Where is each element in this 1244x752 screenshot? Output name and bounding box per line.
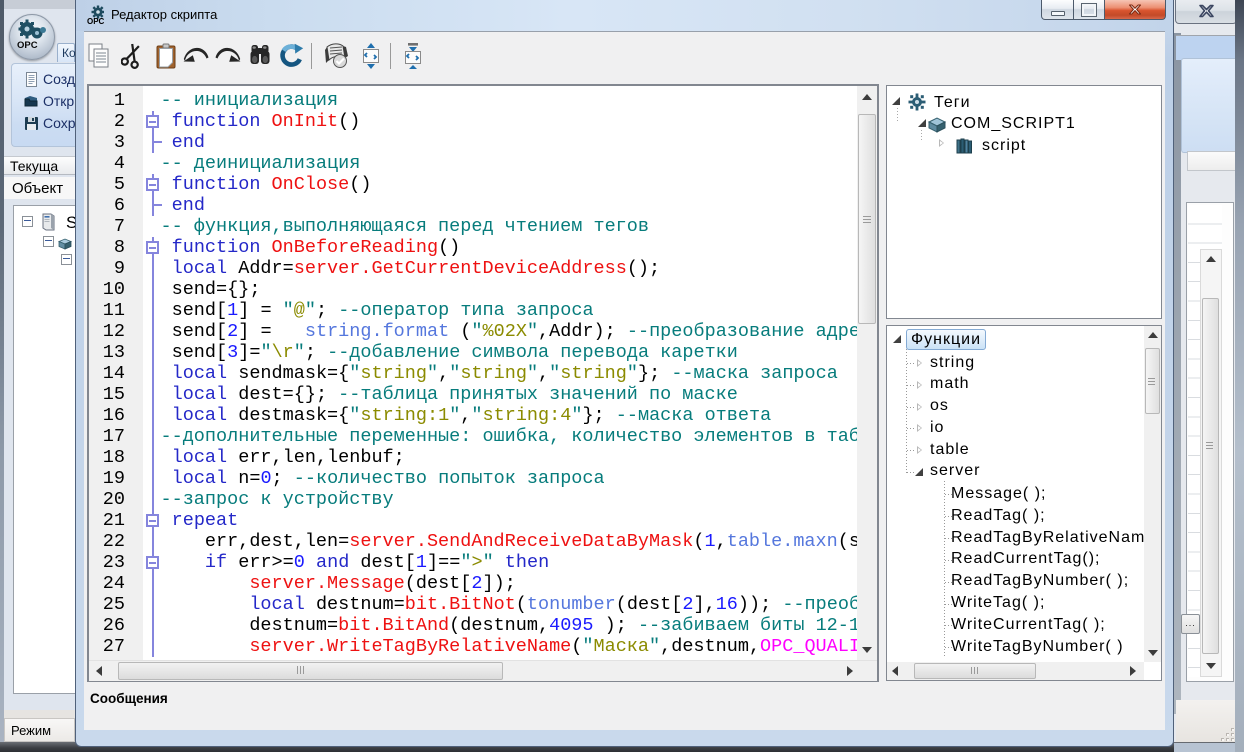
svg-text:OPC: OPC <box>87 17 105 25</box>
svg-text:OPC: OPC <box>17 40 38 51</box>
